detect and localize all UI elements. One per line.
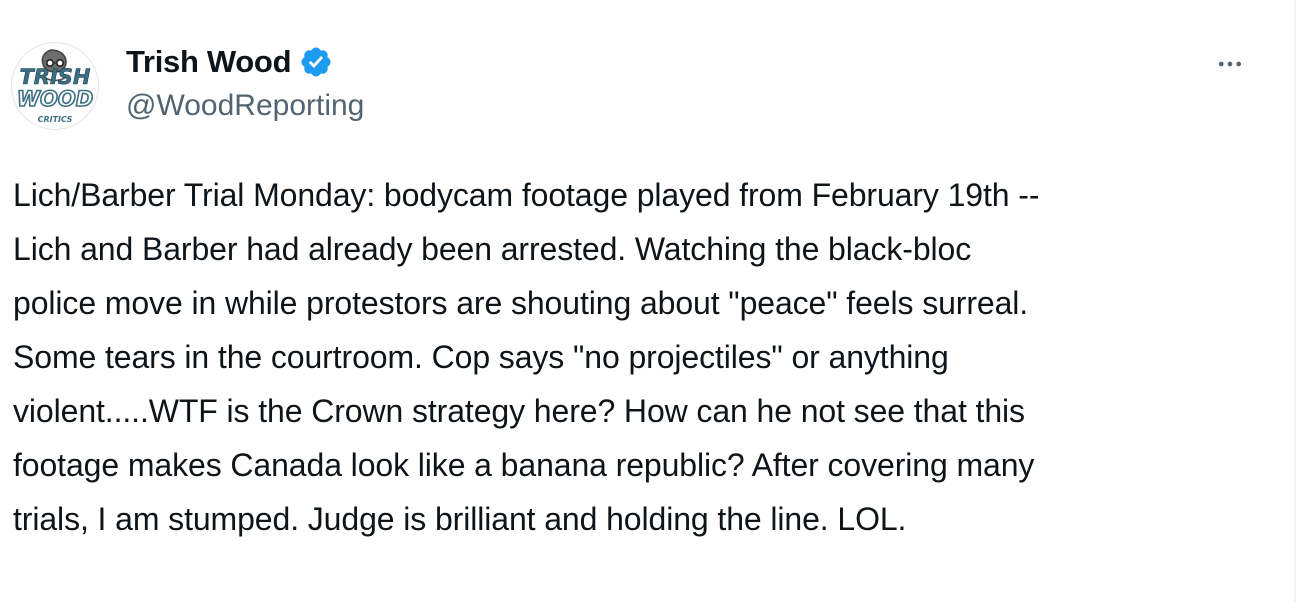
svg-text:CRITICS: CRITICS [38, 115, 73, 124]
column-border [1294, 0, 1296, 602]
author-name[interactable]: Trish Wood [126, 42, 292, 82]
author-name-row: Trish Wood [126, 42, 333, 82]
tweet: TRISH WOOD CRITICS Trish Wood @WoodRepor… [0, 0, 1294, 602]
svg-text:TRISH: TRISH [19, 65, 90, 89]
tweet-text: Lich/Barber Trial Monday: bodycam footag… [13, 177, 1040, 537]
svg-text:WOOD: WOOD [17, 87, 93, 111]
avatar-logo-icon: TRISH WOOD CRITICS [16, 49, 94, 124]
more-options-button[interactable] [1210, 44, 1250, 84]
more-horizontal-icon [1218, 61, 1242, 67]
verified-badge-icon[interactable] [299, 45, 333, 79]
author-handle[interactable]: @WoodReporting [126, 86, 364, 126]
avatar[interactable]: TRISH WOOD CRITICS [11, 42, 99, 130]
